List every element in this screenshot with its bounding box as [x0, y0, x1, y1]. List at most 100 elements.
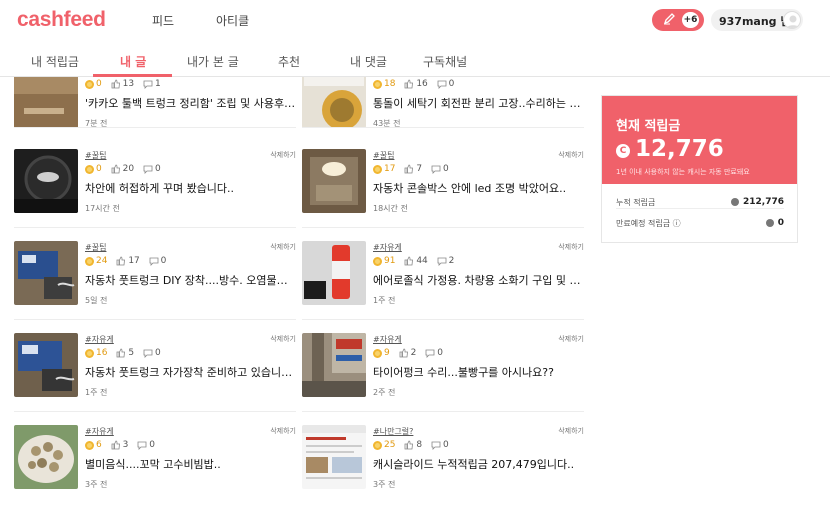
comment-icon — [431, 441, 441, 450]
comment-count: 0 — [154, 348, 161, 358]
list-item[interactable]: 18 16 0 통돌이 세탁기 회전판 분리 고장..수리하는 법... 43분… — [302, 77, 584, 150]
tab-bar: 내 적립금 내 글 내가 본 글 추천 내 댓글 구독채널 — [0, 44, 830, 77]
delete-button[interactable]: 삭제하기 — [558, 242, 584, 252]
current-balance-card: 현재 적립금 12,776 1년 이내 사용하지 않는 캐시는 자동 만료돼요 — [602, 96, 797, 184]
delete-button[interactable]: 삭제하기 — [270, 334, 296, 344]
thumbs-up-icon — [111, 79, 120, 89]
delete-button[interactable]: 삭제하기 — [558, 150, 584, 160]
current-balance-label: 현재 적립금 — [616, 119, 681, 134]
post-time: 3주 전 — [85, 480, 108, 489]
post-time: 1주 전 — [85, 388, 108, 397]
top-bar: cashfeed 피드 아티클 +6 937mang 님 — [0, 0, 830, 42]
comment-icon — [425, 349, 435, 358]
tab-my-comments[interactable]: 내 댓글 — [350, 53, 387, 70]
post-tag[interactable]: #자유게 — [85, 426, 114, 437]
comment-count: 2 — [448, 256, 455, 266]
coin-icon — [373, 79, 382, 89]
delete-button[interactable]: 삭제하기 — [270, 150, 296, 160]
post-time: 17시간 전 — [85, 204, 120, 213]
post-title[interactable]: 자동차 풋트렁크 자가장착 준비하고 있습니다.. — [85, 364, 296, 380]
post-title[interactable]: 통돌이 세탁기 회전판 분리 고장..수리하는 법... — [373, 95, 584, 111]
post-time: 18시간 전 — [373, 204, 408, 213]
list-item[interactable]: #자유게 삭제하기 16 5 0 자동차 풋트렁크 자가장착 준비하고 있습니다… — [14, 333, 296, 419]
post-title[interactable]: 자동차 콘솔박스 안에 led 조명 박았어요.. — [373, 180, 584, 196]
coin-icon — [85, 440, 94, 450]
comment-icon — [143, 165, 153, 174]
list-item[interactable]: 0 13 1 '카카오 툴백 트렁크 정리함' 조립 및 사용후기... 7분 … — [14, 77, 296, 150]
expiring-label[interactable]: 만료예정 적립금 ⓘ — [616, 219, 681, 228]
nav-article[interactable]: 아티클 — [216, 12, 249, 29]
coin-count: 91 — [384, 256, 396, 266]
post-tag[interactable]: #꿀팁 — [85, 150, 106, 161]
comment-icon — [431, 165, 441, 174]
list-item[interactable]: #자유게 삭제하기 9 2 0 타이어펑크 수리...불빵구를 아시나요?? 2… — [302, 333, 584, 419]
post-title[interactable]: 별미음식....꼬막 고수비빔밥.. — [85, 456, 296, 472]
steering-wheel-icon — [14, 149, 78, 213]
list-item[interactable]: #나만그럴? 삭제하기 25 8 0 캐시슬라이드 누적적립금 207,479입… — [302, 425, 584, 511]
post-time: 3주 전 — [373, 480, 396, 489]
delete-button[interactable]: 삭제하기 — [558, 426, 584, 436]
coin-count: 9 — [384, 348, 390, 358]
list-item[interactable]: #꿀팁 삭제하기 24 17 0 자동차 풋트렁크 DIY 장착....방수. … — [14, 241, 296, 327]
like-count: 44 — [416, 256, 428, 266]
tab-subscriptions[interactable]: 구독채널 — [423, 53, 467, 70]
list-item[interactable]: #자유게 삭제하기 91 44 2 에어로졸식 가정용. 차량용 소화기 구입 … — [302, 241, 584, 327]
tab-my-points[interactable]: 내 적립금 — [31, 53, 79, 70]
post-tag[interactable]: #자유게 — [373, 242, 402, 253]
tab-recommended[interactable]: 추천 — [278, 53, 300, 70]
like-count: 5 — [128, 348, 135, 358]
washer-icon — [302, 77, 366, 128]
coin-count: 6 — [96, 440, 102, 450]
tab-my-posts[interactable]: 내 글 — [120, 53, 146, 70]
cashfeed-logo[interactable]: cashfeed — [17, 8, 106, 32]
post-title[interactable]: 자동차 풋트렁크 DIY 장착....방수. 오염물질 차단... — [85, 272, 296, 288]
post-tag[interactable]: #꿀팁 — [85, 242, 106, 253]
user-icon — [786, 15, 800, 28]
list-item[interactable]: #꿀팁 삭제하기 17 7 0 자동차 콘솔박스 안에 led 조명 박았어요.… — [302, 149, 584, 235]
delete-button[interactable]: 삭제하기 — [270, 242, 296, 252]
like-count: 13 — [122, 79, 135, 89]
post-title[interactable]: 차안에 허접하게 꾸며 봤습니다.. — [85, 180, 296, 196]
list-item[interactable]: #자유게 삭제하기 6 3 0 별미음식....꼬막 고수비빔밥.. 3주 전 — [14, 425, 296, 511]
post-tag[interactable]: #자유게 — [373, 334, 402, 345]
post-title[interactable]: 타이어펑크 수리...불빵구를 아시나요?? — [373, 364, 584, 380]
coin-icon — [85, 256, 94, 266]
like-count: 8 — [416, 440, 423, 450]
post-title[interactable]: 캐시슬라이드 누적적립금 207,479입니다.. — [373, 456, 584, 472]
coin-count: 16 — [96, 348, 108, 358]
tab-viewed-posts[interactable]: 내가 본 글 — [187, 53, 239, 70]
list-item[interactable]: #꿀팁 삭제하기 0 20 0 차안에 허접하게 꾸며 봤습니다.. 17시간 … — [14, 149, 296, 235]
like-count: 17 — [128, 256, 140, 266]
like-count: 2 — [410, 348, 417, 358]
comment-count: 0 — [442, 440, 449, 450]
expiring-amount: 0 — [777, 218, 784, 228]
write-button[interactable]: +6 — [652, 9, 704, 31]
post-stats: 0 20 0 — [85, 164, 167, 176]
delete-button[interactable]: 삭제하기 — [558, 334, 584, 344]
coin-icon — [731, 197, 739, 206]
divider — [302, 227, 584, 228]
post-tag[interactable]: #꿀팁 — [373, 150, 394, 161]
thumbs-up-icon — [111, 440, 120, 450]
post-feed: 0 13 1 '카카오 툴백 트렁크 정리함' 조립 및 사용후기... 7분 … — [0, 77, 600, 515]
post-tag[interactable]: #나만그럴? — [373, 426, 413, 437]
post-tag[interactable]: #자유게 — [85, 334, 114, 345]
nav-feed[interactable]: 피드 — [152, 12, 174, 29]
like-count: 3 — [122, 440, 129, 450]
thumbs-up-icon — [404, 79, 414, 89]
cockles-icon — [14, 425, 78, 489]
post-title[interactable]: '카카오 툴백 트렁크 정리함' 조립 및 사용후기... — [85, 95, 296, 111]
coin-count: 24 — [96, 256, 108, 266]
box-icon — [14, 77, 78, 128]
post-title[interactable]: 에어로졸식 가정용. 차량용 소화기 구입 및 장착... — [373, 272, 584, 288]
thumbs-up-icon — [404, 440, 414, 450]
comment-count: 0 — [437, 348, 443, 358]
total-earned-row: 누적 적립금 212,776 — [616, 197, 784, 208]
delete-button[interactable]: 삭제하기 — [270, 426, 296, 436]
coin-icon — [765, 218, 774, 227]
comment-count: 0 — [442, 164, 449, 174]
post-stats: 24 17 0 — [85, 256, 172, 268]
post-stats: 18 16 0 — [373, 79, 460, 91]
balance-panel: 현재 적립금 12,776 1년 이내 사용하지 않는 캐시는 자동 만료돼요 … — [601, 95, 798, 243]
user-menu[interactable]: 937mang 님 — [711, 9, 803, 31]
